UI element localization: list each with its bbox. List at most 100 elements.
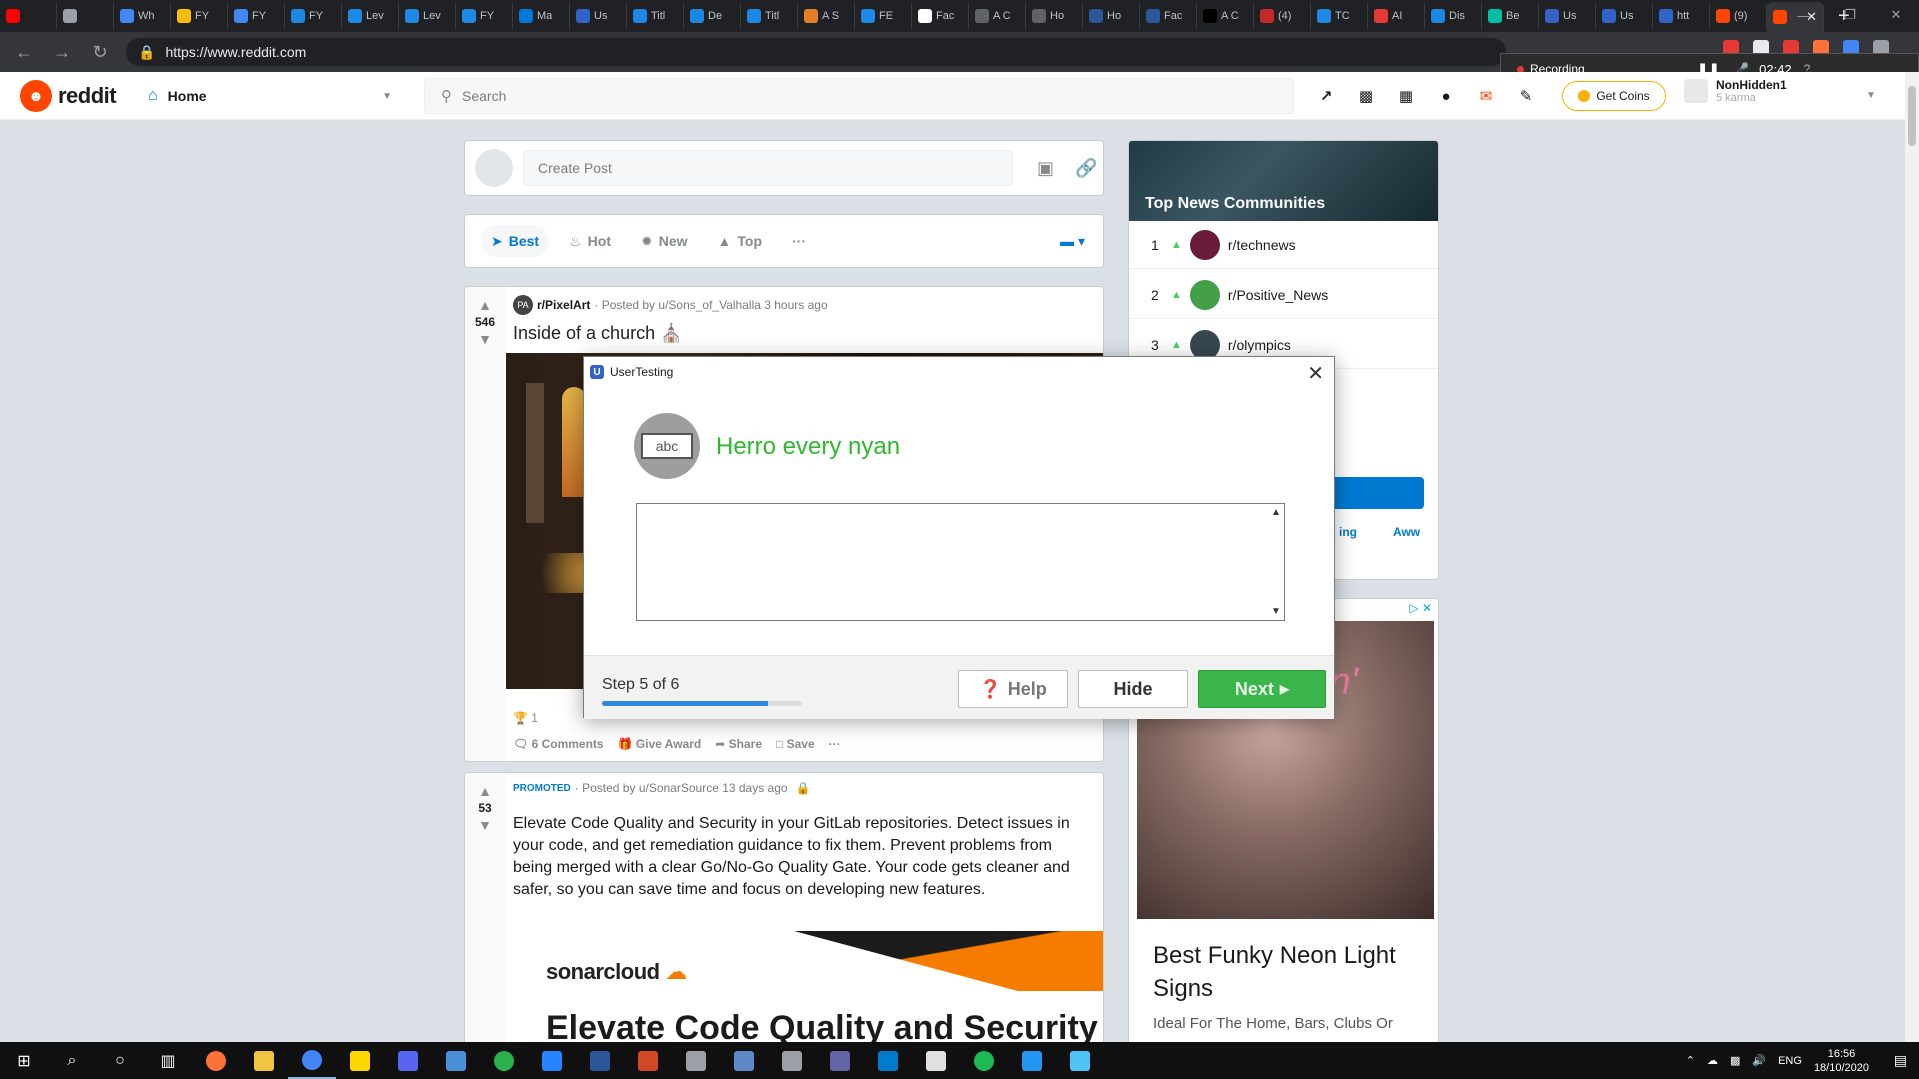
browser-tab[interactable]: Us bbox=[1596, 3, 1653, 29]
browser-tab[interactable] bbox=[57, 3, 114, 29]
back-icon[interactable]: ← bbox=[10, 42, 38, 63]
browser-tab[interactable]: Us bbox=[1539, 3, 1596, 29]
browser-tab[interactable]: (4) bbox=[1254, 3, 1311, 29]
link-icon[interactable]: 🔗 bbox=[1075, 158, 1097, 179]
browser-tab[interactable]: FY bbox=[456, 3, 513, 29]
taskbar-spotify-icon[interactable] bbox=[960, 1042, 1008, 1079]
taskbar-terminal-icon[interactable] bbox=[1008, 1042, 1056, 1079]
hide-button[interactable]: Hide bbox=[1078, 670, 1188, 708]
volume-icon[interactable]: 🔊 bbox=[1752, 1054, 1766, 1067]
give-award-button[interactable]: 🎁 Give Award bbox=[618, 737, 702, 751]
subreddit-icon[interactable]: PA bbox=[513, 295, 533, 315]
browser-tab[interactable]: Us bbox=[570, 3, 627, 29]
sort-hot[interactable]: ♨ Hot bbox=[559, 225, 621, 257]
taskbar-explorer-icon[interactable] bbox=[240, 1042, 288, 1079]
sort-new[interactable]: ✹ New bbox=[631, 225, 698, 257]
browser-tab[interactable]: FY bbox=[171, 3, 228, 29]
user-menu[interactable]: NonHidden1 5 karma bbox=[1684, 78, 1787, 104]
taskbar-tool-icon[interactable] bbox=[720, 1042, 768, 1079]
scroll-up-icon[interactable]: ▲ bbox=[1271, 507, 1281, 518]
browser-tab[interactable]: Dis bbox=[1425, 3, 1482, 29]
page-scrollbar[interactable] bbox=[1905, 72, 1919, 1042]
downvote-icon[interactable]: ▼ bbox=[478, 331, 492, 347]
tray-chevron-icon[interactable]: ⌃ bbox=[1686, 1054, 1695, 1067]
sort-best[interactable]: ➤ Best bbox=[481, 225, 550, 257]
taskbar-obs-icon[interactable] bbox=[480, 1042, 528, 1079]
sort-top[interactable]: ▲ Top bbox=[708, 225, 772, 257]
post-title[interactable]: Inside of a church ⛪ bbox=[513, 323, 683, 344]
browser-tab[interactable]: FY bbox=[228, 3, 285, 29]
award-badge[interactable]: 🏆 1 bbox=[513, 711, 538, 725]
browser-tab[interactable]: Wh bbox=[114, 3, 171, 29]
card-view-icon[interactable]: ▬ ▾ bbox=[1060, 233, 1085, 250]
browser-tab[interactable]: htt bbox=[1653, 3, 1710, 29]
downvote-icon[interactable]: ▼ bbox=[478, 817, 492, 833]
browser-tab[interactable]: A C bbox=[1197, 3, 1254, 29]
chat-icon[interactable]: ● bbox=[1436, 86, 1456, 106]
network-icon[interactable]: ▩ bbox=[1730, 1054, 1740, 1067]
ad-title[interactable]: Best Funky Neon Light Signs bbox=[1153, 939, 1423, 1005]
browser-tab[interactable]: A S bbox=[798, 3, 855, 29]
taskbar-sticky-notes-icon[interactable] bbox=[336, 1042, 384, 1079]
system-clock[interactable]: 16:56 18/10/2020 bbox=[1814, 1047, 1869, 1075]
browser-tab[interactable]: Be bbox=[1482, 3, 1539, 29]
taskbar-teams-icon[interactable] bbox=[816, 1042, 864, 1079]
taskbar-task-view-icon[interactable]: ▥ bbox=[144, 1042, 192, 1079]
taskbar-word-icon[interactable] bbox=[576, 1042, 624, 1079]
stats-icon[interactable]: ▩ bbox=[1356, 86, 1376, 106]
upvote-icon[interactable]: ▲ bbox=[478, 783, 492, 799]
taskbar-discord-icon[interactable] bbox=[384, 1042, 432, 1079]
forward-icon[interactable]: → bbox=[48, 42, 76, 63]
share-button[interactable]: ➦ Share bbox=[715, 737, 762, 751]
upvote-icon[interactable]: ▲ bbox=[478, 297, 492, 313]
notification-center-icon[interactable]: ▤ bbox=[1894, 1052, 1907, 1069]
sort-more-button[interactable]: ··· bbox=[782, 225, 816, 257]
browser-tab[interactable]: (9) bbox=[1710, 3, 1767, 29]
scroll-down-icon[interactable]: ▼ bbox=[1271, 606, 1281, 617]
browser-tab[interactable]: FE bbox=[855, 3, 912, 29]
browser-tab[interactable]: A C bbox=[969, 3, 1026, 29]
browser-tab[interactable] bbox=[0, 3, 57, 29]
textarea-scrollbar[interactable]: ▲ ▼ bbox=[1269, 505, 1283, 619]
scrollbar-thumb[interactable] bbox=[1908, 86, 1916, 146]
category-chip[interactable]: Aww bbox=[1393, 525, 1420, 539]
help-button[interactable]: ❓ Help bbox=[958, 670, 1068, 708]
taskbar-sourcetree-icon[interactable] bbox=[528, 1042, 576, 1079]
create-post-icon[interactable]: ✎ bbox=[1516, 86, 1536, 106]
post-author[interactable]: · Posted by u/SonarSource 13 days ago bbox=[575, 781, 788, 795]
taskbar-cortana-icon[interactable]: ○ bbox=[96, 1042, 144, 1079]
browser-tab[interactable]: Lev bbox=[342, 3, 399, 29]
browser-tab[interactable]: FY bbox=[285, 3, 342, 29]
dialog-close-button[interactable]: ✕ bbox=[1307, 361, 1324, 386]
browser-tab[interactable]: TC bbox=[1311, 3, 1368, 29]
taskbar-powerpoint-icon[interactable] bbox=[624, 1042, 672, 1079]
taskbar-unity-icon[interactable] bbox=[912, 1042, 960, 1079]
category-chip[interactable]: ing bbox=[1339, 525, 1357, 539]
browser-tab[interactable]: Lev bbox=[399, 3, 456, 29]
post-body[interactable]: Elevate Code Quality and Security in you… bbox=[513, 813, 1093, 901]
user-avatar[interactable] bbox=[475, 149, 513, 187]
taskbar-settings-icon[interactable] bbox=[768, 1042, 816, 1079]
post-author[interactable]: · Posted by u/Sons_of_Valhalla 3 hours a… bbox=[594, 298, 827, 312]
more-options-button[interactable]: ··· bbox=[829, 737, 841, 751]
taskbar-firefox-icon[interactable] bbox=[192, 1042, 240, 1079]
browser-tab[interactable]: Titl bbox=[741, 3, 798, 29]
browser-tab[interactable]: Fac bbox=[912, 3, 969, 29]
popular-icon[interactable]: ↗ bbox=[1316, 86, 1336, 106]
browser-tab[interactable]: Ho bbox=[1083, 3, 1140, 29]
minimize-button[interactable]: — bbox=[1781, 0, 1827, 30]
community-row[interactable]: 2 ▲ r/Positive_News bbox=[1129, 271, 1438, 319]
start-button[interactable]: ⊞ bbox=[0, 1042, 48, 1079]
subreddit-link[interactable]: r/PixelArt bbox=[537, 298, 590, 312]
next-button[interactable]: Next ▶ bbox=[1198, 670, 1326, 708]
taskbar-paint-icon[interactable] bbox=[1056, 1042, 1104, 1079]
onedrive-icon[interactable]: ☁ bbox=[1707, 1054, 1718, 1067]
restore-button[interactable]: ❐ bbox=[1827, 0, 1873, 30]
community-icon[interactable]: ▦ bbox=[1396, 86, 1416, 106]
browser-tab[interactable]: Ma bbox=[513, 3, 570, 29]
home-dropdown[interactable]: ⌂ Home ▼ bbox=[148, 80, 398, 112]
browser-tab[interactable]: Fac bbox=[1140, 3, 1197, 29]
reddit-logo[interactable]: ☻ reddit bbox=[20, 80, 117, 112]
browser-tab[interactable]: Titl bbox=[627, 3, 684, 29]
image-icon[interactable]: ▣ bbox=[1037, 158, 1054, 179]
